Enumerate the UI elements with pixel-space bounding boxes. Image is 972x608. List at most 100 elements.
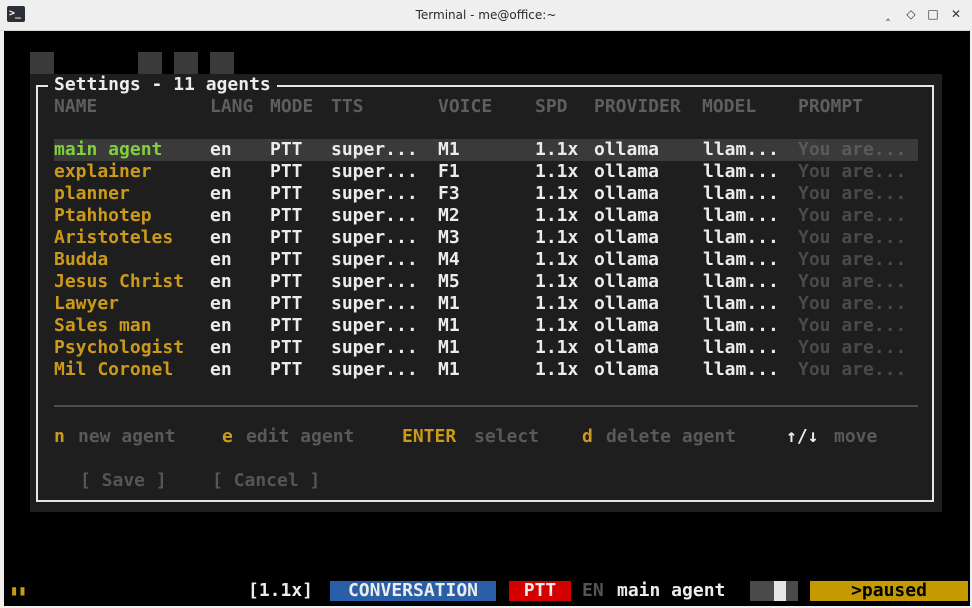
agent-tts: super... (331, 205, 418, 226)
activity-indicator-icon: ▮▮ (10, 583, 27, 599)
active-agent-label: main agent (617, 580, 726, 601)
agent-row[interactable]: Sales man en PTT super... M1 1.1x ollama llam..… (30, 315, 918, 337)
agent-mode: PTT (270, 183, 303, 204)
agent-mode: PTT (270, 293, 303, 314)
status-block (774, 581, 786, 601)
agent-name: Ptahhotep (54, 205, 152, 226)
window-title: Terminal - me@office:~ (415, 8, 557, 22)
agent-provider: ollama (594, 205, 660, 226)
col-prompt: PROMPT (798, 96, 864, 117)
col-lang: LANG (210, 96, 254, 117)
agent-prompt: You are... (798, 161, 907, 182)
agent-prompt: You are... (798, 183, 907, 204)
agent-tts: super... (331, 161, 418, 182)
agent-voice: M5 (438, 271, 460, 292)
agent-model: llam... (703, 227, 779, 248)
agent-prompt: You are... (798, 139, 907, 160)
minimize-icon[interactable]: ‸ (880, 6, 896, 22)
agent-row[interactable]: explainer en PTT super... F1 1.1x ollama llam..… (30, 161, 918, 183)
agent-name: main agent (54, 139, 163, 160)
speed-indicator: [1.1x] (248, 580, 314, 601)
agent-prompt: You are... (798, 293, 907, 314)
agent-mode: PTT (270, 249, 303, 270)
agent-speed: 1.1x (535, 249, 579, 270)
background-block (138, 52, 162, 74)
col-mode: MODE (270, 96, 314, 117)
agent-model: llam... (703, 315, 779, 336)
language-indicator: EN (582, 580, 604, 601)
shortcut-label-edit: edit agent (246, 426, 355, 447)
agent-tts: super... (331, 249, 418, 270)
separator (54, 405, 918, 407)
agent-lang: en (210, 183, 232, 204)
agent-row[interactable]: Ptahhotep en PTT super... M2 1.1x ollama llam..… (30, 205, 918, 227)
agent-speed: 1.1x (535, 315, 579, 336)
agent-provider: ollama (594, 315, 660, 336)
agent-row[interactable]: main agent en PTT super... M1 1.1x ollama llam.… (54, 139, 918, 161)
agent-voice: M3 (438, 227, 460, 248)
agent-row[interactable]: planner en PTT super... F3 1.1x ollama llam... Y… (30, 183, 918, 205)
shortcut-key-edit: e (222, 426, 233, 447)
background-block (30, 52, 54, 74)
agent-prompt: You are... (798, 205, 907, 226)
agent-prompt: You are... (798, 337, 907, 358)
agent-speed: 1.1x (535, 205, 579, 226)
shortcut-label-delete: delete agent (606, 426, 737, 447)
agent-provider: ollama (594, 183, 660, 204)
agent-lang: en (210, 139, 232, 160)
background-block (174, 52, 198, 74)
agent-prompt: You are... (798, 359, 907, 380)
agent-lang: en (210, 337, 232, 358)
agent-name: Jesus Christ (54, 271, 185, 292)
terminal-area[interactable]: Settings - 11 agents NAME LANG MODE TTS … (4, 31, 970, 606)
agent-tts: super... (331, 271, 418, 292)
agent-speed: 1.1x (535, 139, 579, 160)
agent-name: Sales man (54, 315, 152, 336)
agent-mode: PTT (270, 359, 303, 380)
cancel-button[interactable]: [ Cancel ] (212, 471, 320, 491)
agent-name: Budda (54, 249, 109, 270)
agent-voice: M1 (438, 359, 460, 380)
agent-speed: 1.1x (535, 227, 579, 248)
col-model: MODEL (702, 96, 757, 117)
window-titlebar: >_ Terminal - me@office:~ ‸ ◇ □ ✕ (0, 0, 972, 31)
agent-lang: en (210, 359, 232, 380)
agent-voice: M1 (438, 139, 460, 160)
agent-prompt: You are... (798, 271, 907, 292)
agent-voice: M1 (438, 337, 460, 358)
agent-speed: 1.1x (535, 293, 579, 314)
agent-lang: en (210, 293, 232, 314)
agent-tts: super... (331, 359, 418, 380)
col-provider: PROVIDER (594, 96, 681, 117)
shortcut-label-select: select (474, 426, 540, 447)
agent-row[interactable]: Aristoteles en PTT super... M3 1.1x ollama llam… (30, 227, 918, 249)
agent-voice: F1 (438, 161, 460, 182)
agent-row[interactable]: Mil Coronel en PTT super... M1 1.1x ollama llam… (30, 359, 918, 381)
restore-icon[interactable]: □ (925, 6, 941, 22)
agent-tts: super... (331, 139, 418, 160)
col-name: NAME (54, 96, 98, 117)
agent-row[interactable]: Jesus Christ en PTT super... M5 1.1x ollama lla… (30, 271, 918, 293)
agent-name: Mil Coronel (54, 359, 174, 380)
maximize-icon[interactable]: ◇ (903, 6, 919, 22)
agent-row[interactable]: Lawyer en PTT super... M1 1.1x ollama llam... Yo… (30, 293, 918, 315)
agent-row[interactable]: Budda en PTT super... M4 1.1x ollama llam... You… (30, 249, 918, 271)
shortcut-label-new: new agent (78, 426, 176, 447)
dialog-title: Settings - 11 agents (48, 74, 277, 96)
agent-mode: PTT (270, 161, 303, 182)
agent-speed: 1.1x (535, 161, 579, 182)
agent-speed: 1.1x (535, 183, 579, 204)
paused-state-badge: >paused (810, 581, 968, 601)
shortcut-label-move: move (834, 426, 878, 447)
agent-tts: super... (331, 183, 418, 204)
status-bar: ▮▮ [1.1x] CONVERSATION PTT EN main agent… (4, 579, 970, 603)
agent-lang: en (210, 249, 232, 270)
agent-row[interactable]: Psychologist en PTT super... M1 1.1x ollama lla… (30, 337, 918, 359)
agent-provider: ollama (594, 337, 660, 358)
save-button[interactable]: [ Save ] (80, 471, 167, 491)
agent-tts: super... (331, 315, 418, 336)
agent-name: Psychologist (54, 337, 185, 358)
agent-model: llam... (703, 183, 779, 204)
conversation-mode-badge: CONVERSATION (330, 581, 496, 601)
close-icon[interactable]: ✕ (948, 6, 964, 22)
